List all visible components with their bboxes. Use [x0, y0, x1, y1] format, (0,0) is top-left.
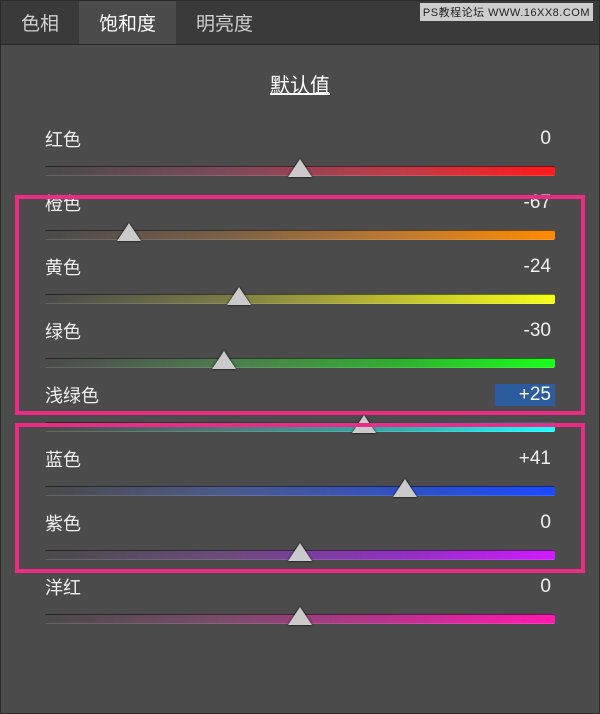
tab-luminance[interactable]: 明亮度 [176, 1, 273, 44]
defaults-link[interactable]: 默认值 [270, 75, 330, 97]
slider-header: 蓝色 +41 [45, 446, 555, 472]
slider-label-purple: 紫色 [45, 510, 81, 536]
watermark-text: PS教程论坛 WWW.16XX8.COM [420, 3, 593, 21]
tab-hue[interactable]: 色相 [1, 1, 79, 44]
slider-value-blue[interactable]: +41 [495, 448, 555, 470]
slider-track-magenta[interactable] [45, 614, 555, 624]
slider-track-red[interactable] [45, 166, 555, 176]
slider-value-red[interactable]: 0 [495, 128, 555, 150]
slider-label-blue: 蓝色 [45, 446, 81, 472]
slider-header: 橙色 -67 [45, 190, 555, 216]
slider-header: 红色 0 [45, 126, 555, 152]
tab-saturation[interactable]: 饱和度 [79, 1, 176, 44]
slider-label-aqua: 浅绿色 [45, 382, 99, 408]
slider-row-green: 绿色 -30 [11, 308, 589, 372]
slider-row-red: 红色 0 [11, 116, 589, 180]
slider-track-aqua[interactable] [45, 422, 555, 432]
sliders-container: 红色 0 橙色 -67 黄色 -24 绿色 -30 浅绿色 +25 蓝色 +41 紫色 0 洋红 0 [1, 116, 599, 628]
slider-header: 绿色 -30 [45, 318, 555, 344]
slider-value-purple[interactable]: 0 [495, 512, 555, 534]
slider-header: 浅绿色 +25 [45, 382, 555, 408]
slider-header: 紫色 0 [45, 510, 555, 536]
slider-track-green[interactable] [45, 358, 555, 368]
slider-track-blue[interactable] [45, 486, 555, 496]
slider-value-yellow[interactable]: -24 [495, 256, 555, 278]
slider-value-orange[interactable]: -67 [495, 192, 555, 214]
slider-track-orange[interactable] [45, 230, 555, 240]
slider-row-yellow: 黄色 -24 [11, 244, 589, 308]
slider-value-green[interactable]: -30 [495, 320, 555, 342]
slider-header: 黄色 -24 [45, 254, 555, 280]
slider-value-aqua[interactable]: +25 [495, 384, 555, 406]
slider-row-purple: 紫色 0 [11, 500, 589, 564]
slider-value-magenta[interactable]: 0 [495, 576, 555, 598]
slider-row-blue: 蓝色 +41 [11, 436, 589, 500]
slider-label-orange: 橙色 [45, 190, 81, 216]
slider-track-purple[interactable] [45, 550, 555, 560]
slider-track-yellow[interactable] [45, 294, 555, 304]
slider-label-red: 红色 [45, 126, 81, 152]
slider-label-green: 绿色 [45, 318, 81, 344]
slider-header: 洋红 0 [45, 574, 555, 600]
slider-row-magenta: 洋红 0 [11, 564, 589, 628]
defaults-link-row: 默认值 [1, 69, 599, 98]
slider-row-orange: 橙色 -67 [11, 180, 589, 244]
slider-row-aqua: 浅绿色 +25 [11, 372, 589, 436]
slider-label-yellow: 黄色 [45, 254, 81, 280]
slider-label-magenta: 洋红 [45, 574, 81, 600]
